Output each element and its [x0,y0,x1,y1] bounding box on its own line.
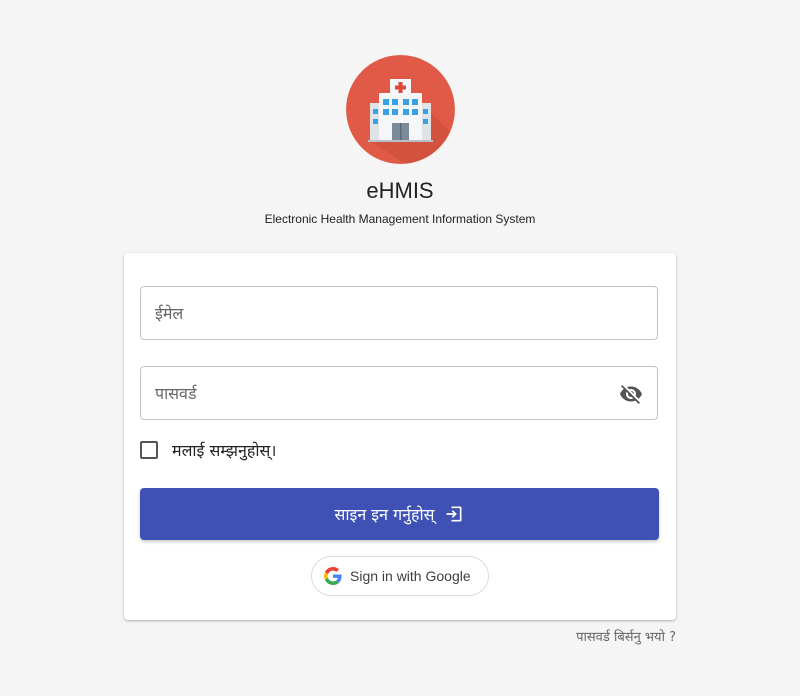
app-title: eHMIS [366,178,434,203]
sign-in-label: साइन इन गर्नुहोस् [334,505,435,524]
google-g-icon [324,567,342,585]
remember-me[interactable]: मलाई सम्झनुहोस्। [140,439,276,461]
password-field [140,366,658,420]
remember-me-checkbox[interactable] [140,441,158,459]
sign-in-button[interactable]: साइन इन गर्नुहोस् [140,488,659,540]
app-logo [346,55,455,164]
forgot-password-link[interactable]: पासवर्ड बिर्सनु भयो ? [576,627,676,645]
email-field [140,286,658,340]
google-sign-in-button[interactable]: Sign in with Google [311,556,489,596]
login-arrow-icon [444,504,464,524]
login-page: eHMIS Electronic Health Management Infor… [0,0,800,696]
remember-me-label: मलाई सम्झनुहोस्। [172,441,277,460]
hospital-building-icon [346,55,455,164]
email-input[interactable] [141,287,657,339]
eye-off-icon[interactable] [619,382,643,406]
password-input[interactable] [141,367,657,419]
app-subtitle: Electronic Health Management Information… [264,212,536,226]
login-card: मलाई सम्झनुहोस्। साइन इन गर्नुहोस् S [124,253,676,620]
google-sign-in-label: Sign in with Google [350,568,471,584]
